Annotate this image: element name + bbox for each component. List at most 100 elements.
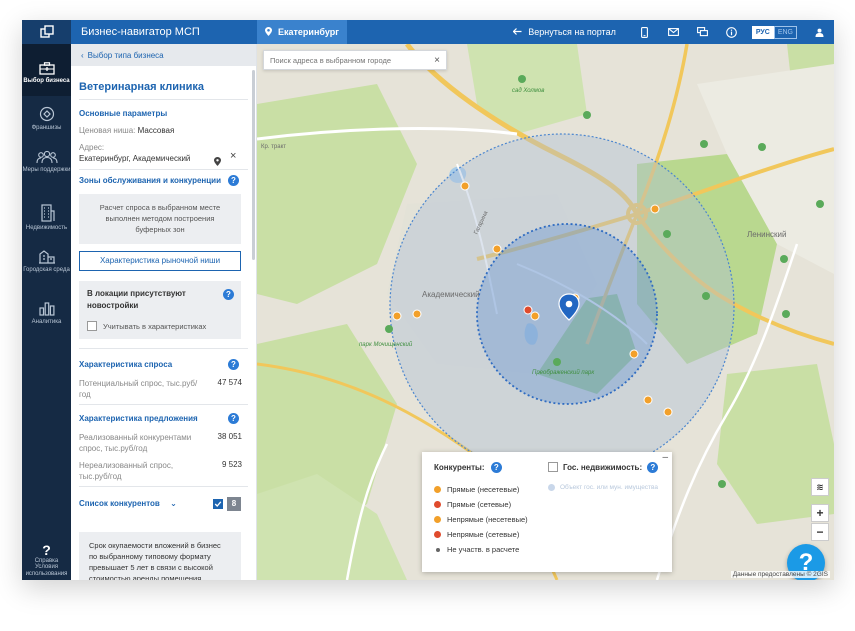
app-logo-icon[interactable] — [22, 20, 71, 44]
rail-item-analytics[interactable]: Аналитика — [22, 300, 71, 326]
demand-value: 47 574 — [217, 378, 242, 387]
map-label-district: Ленинский — [747, 230, 787, 239]
arrow-left-icon — [512, 27, 522, 37]
location-pin-icon — [265, 26, 272, 38]
payback-warning-box: Срок окупаемости вложений в бизнес по вы… — [79, 532, 241, 580]
chevron-left-icon: ‹ — [81, 50, 84, 60]
address-search[interactable]: × — [263, 50, 447, 70]
back-to-portal-link[interactable]: Вернуться на портал — [512, 27, 616, 37]
legend-state-label: Гос. недвижимость: — [563, 463, 643, 472]
business-panel: ‹ Выбор типа бизнеса Ветеринарная клиник… — [71, 44, 257, 580]
business-title: Ветеринарная клиника — [79, 81, 205, 93]
competitors-checkbox[interactable] — [213, 499, 223, 509]
legend-dot — [435, 547, 440, 552]
map-view[interactable]: Академический Ленинский сад Холмов парк … — [257, 44, 834, 580]
lang-en[interactable]: ENG — [773, 25, 797, 39]
legend-help-icon[interactable]: ? — [490, 462, 502, 473]
chat-icon[interactable] — [688, 20, 717, 44]
supply-realized-value: 38 051 — [217, 432, 242, 441]
rail-label: Франшизы — [31, 125, 62, 131]
state-realty-checkbox[interactable] — [548, 462, 558, 472]
legend-state-title: Гос. недвижимость: ? — [563, 462, 659, 473]
close-icon[interactable]: × — [434, 55, 440, 66]
back-to-portal-label: Вернуться на портал — [528, 27, 616, 37]
competitor-marker[interactable] — [663, 407, 673, 417]
competitor-marker[interactable] — [392, 311, 402, 321]
rail-item-support[interactable]: Меры поддержки — [22, 150, 71, 174]
user-icon[interactable] — [805, 20, 834, 44]
competitor-marker[interactable] — [523, 305, 533, 315]
city-icon — [38, 250, 55, 264]
competitor-marker[interactable] — [460, 181, 470, 191]
zones-help-icon[interactable]: ? — [228, 175, 239, 186]
competitors-title: Список конкурентов — [79, 499, 160, 508]
state-help-icon[interactable]: ? — [647, 462, 659, 473]
competitor-marker[interactable] — [412, 309, 422, 319]
market-niche-button[interactable]: Характеристика рыночной ниши — [79, 251, 241, 271]
legend-item-label: Не участв. в расчете — [447, 545, 520, 554]
rail-item-franchise[interactable]: Франшизы — [22, 106, 71, 132]
mobile-icon[interactable] — [630, 20, 659, 44]
legend-state-item: Объект гос. или мун. имущества — [548, 483, 668, 492]
divider — [79, 404, 248, 405]
app-window: Бизнес-навигатор МСП Екатеринбург Вернут… — [22, 20, 834, 580]
clear-address-icon[interactable]: × — [230, 150, 236, 162]
divider — [79, 99, 248, 100]
building-icon — [40, 204, 55, 222]
minimize-icon[interactable]: – — [662, 452, 668, 463]
layers-button[interactable]: ≋ — [811, 478, 829, 496]
address-label: Адрес: — [79, 143, 105, 152]
rail-item-help[interactable]: ? Справка — [22, 542, 71, 565]
map-label-park: сад Холмов — [512, 88, 545, 94]
zoom-in-button[interactable]: + — [811, 504, 829, 522]
back-to-business-type[interactable]: ‹ Выбор типа бизнеса — [71, 44, 256, 66]
competitor-marker[interactable] — [492, 244, 502, 254]
legend-dot — [434, 531, 441, 538]
new-buildings-checkbox[interactable] — [87, 321, 97, 331]
rail-item-city[interactable]: Городская среда — [22, 248, 71, 274]
rail-item-realty[interactable]: Недвижимость — [22, 204, 71, 232]
rail-label: Условия использования — [25, 564, 68, 577]
map-label-road: Кр. тракт — [261, 144, 287, 150]
briefcase-icon — [38, 62, 55, 75]
legend-item[interactable]: Непрямые (сетевые) — [434, 530, 519, 539]
legend-item[interactable]: Прямые (сетевые) — [434, 500, 511, 509]
competitors-count-badge: 8 — [227, 497, 241, 511]
supply-help-icon[interactable]: ? — [228, 413, 239, 424]
top-bar: Бизнес-навигатор МСП Екатеринбург Вернут… — [22, 20, 834, 44]
competitor-marker[interactable] — [650, 204, 660, 214]
address-search-input[interactable] — [270, 55, 430, 65]
info-icon[interactable] — [717, 20, 746, 44]
rail-item-business[interactable]: Выбор бизнеса — [22, 44, 71, 96]
lang-ru[interactable]: РУС — [751, 25, 774, 39]
rail-label: Меры поддержки — [22, 167, 71, 173]
legend-item[interactable]: Прямые (несетевые) — [434, 485, 519, 494]
mail-icon[interactable] — [659, 20, 688, 44]
question-icon: ? — [42, 542, 51, 558]
language-switch[interactable]: РУС ENG — [751, 25, 797, 39]
supply-unrealized-label: Нереализованный спрос, тыс.руб/год — [79, 461, 174, 481]
legend-item[interactable]: Не участв. в расчете — [434, 545, 519, 554]
city-selector[interactable]: Екатеринбург — [257, 20, 347, 44]
rail-label: Городская среда — [23, 267, 70, 273]
new-buildings-help-icon[interactable]: ? — [223, 289, 234, 300]
legend-item-label: Непрямые (сетевые) — [447, 530, 520, 539]
competitor-marker[interactable] — [629, 349, 639, 359]
competitor-marker[interactable] — [643, 395, 653, 405]
demand-help-icon[interactable]: ? — [228, 359, 239, 370]
new-buildings-box: В локации присутствуют новостройки ? Учи… — [79, 281, 241, 339]
map-label-park: парк Мочищенский — [359, 342, 413, 348]
nav-rail: Выбор бизнеса Франшизы Меры поддержки Не… — [22, 44, 71, 580]
demand-label: Потенциальный спрос, тыс.руб/год — [79, 379, 198, 399]
city-label: Екатеринбург — [278, 27, 339, 37]
legend-item-label: Прямые (сетевые) — [447, 500, 512, 509]
zoom-out-button[interactable]: − — [811, 523, 829, 541]
competitor-marker[interactable] — [530, 311, 540, 321]
legend-dot — [548, 484, 555, 491]
competitors-list-toggle[interactable]: Список конкурентов ⌄ — [79, 499, 177, 508]
map-label-district: Академический — [422, 290, 480, 299]
panel-scrollbar[interactable] — [252, 70, 255, 260]
zones-title: Зоны обслуживания и конкуренции — [79, 176, 221, 185]
legend-item[interactable]: Непрямые (несетевые) — [434, 515, 528, 524]
rail-item-terms[interactable]: Условия использования — [22, 564, 71, 578]
